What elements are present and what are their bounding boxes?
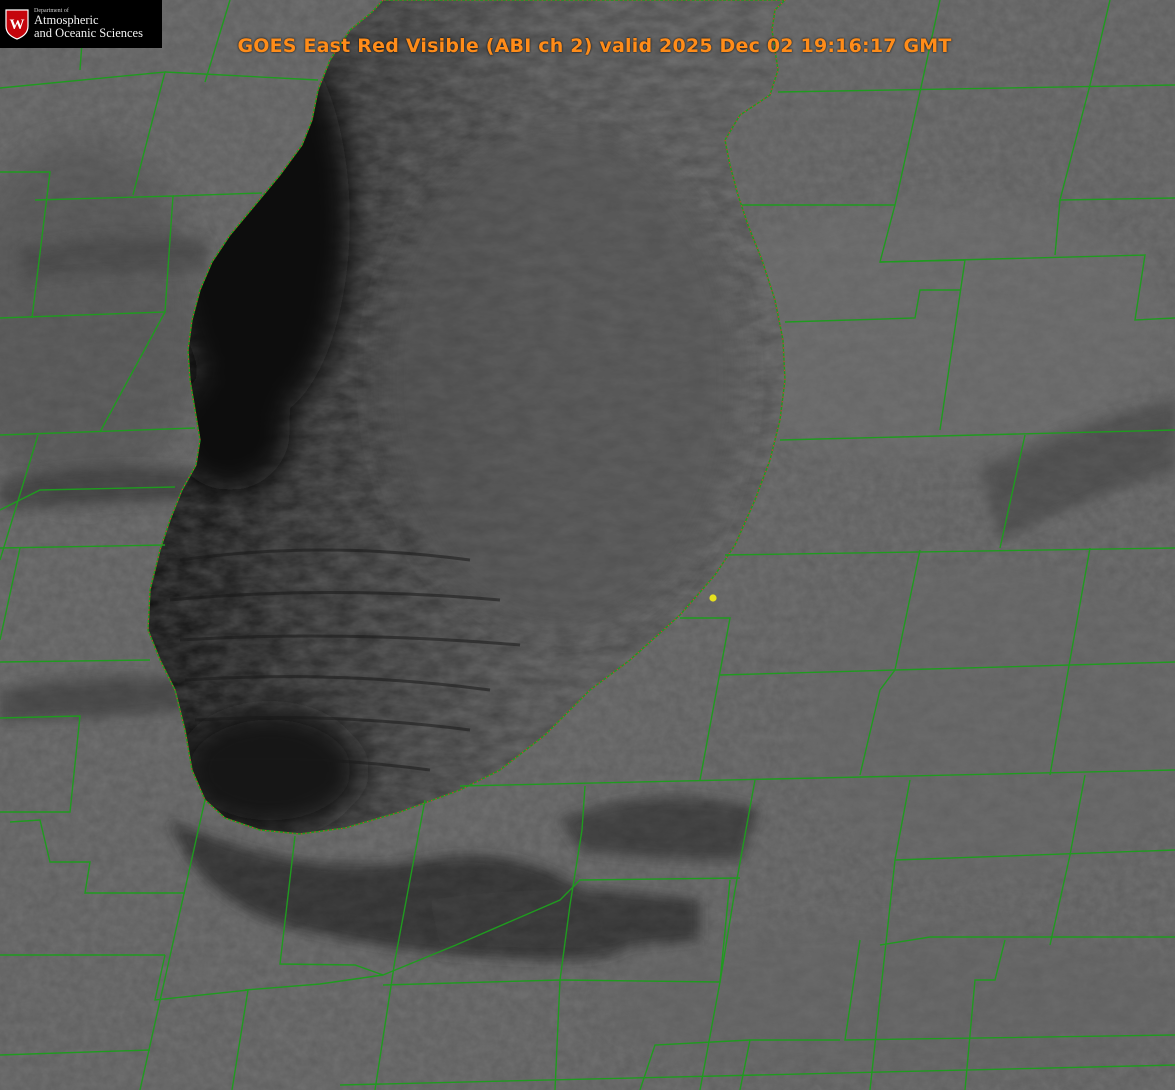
satellite-imagery bbox=[0, 0, 1175, 1090]
location-marker bbox=[709, 594, 717, 602]
satellite-map: W Department of Atmospheric and Oceanic … bbox=[0, 0, 1175, 1090]
crest-letter: W bbox=[10, 17, 25, 33]
image-title: GOES East Red Visible (ABI ch 2) valid 2… bbox=[237, 35, 952, 57]
